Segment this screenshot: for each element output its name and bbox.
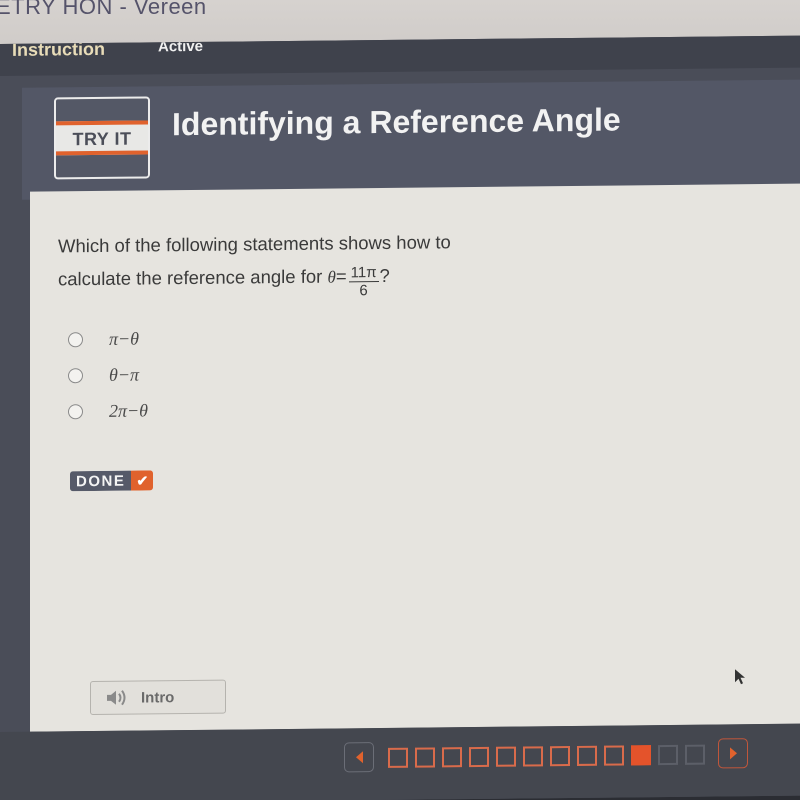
tab-active[interactable]: Active xyxy=(158,42,203,56)
done-label: DONE xyxy=(70,470,132,492)
navigation-bar xyxy=(0,723,800,800)
try-it-badge: TRY IT xyxy=(54,96,150,180)
radio-button[interactable] xyxy=(68,331,83,347)
arrow-right-icon xyxy=(729,747,737,760)
checkmark-icon: ✔ xyxy=(131,470,154,491)
app-frame: Instruction Active TRY IT Identifying a … xyxy=(0,35,800,800)
option-label: θ−π xyxy=(109,364,140,385)
progress-step-2[interactable] xyxy=(415,747,435,768)
angle-fraction: 11π 6 xyxy=(348,263,379,299)
tab-instruction[interactable]: Instruction xyxy=(12,43,105,62)
page-title: Identifying a Reference Angle xyxy=(172,101,621,143)
try-it-label: TRY IT xyxy=(72,128,132,150)
progress-step-7[interactable] xyxy=(550,746,570,767)
speaker-icon xyxy=(107,690,126,706)
option-label: π−θ xyxy=(109,328,140,349)
progress-step-8[interactable] xyxy=(577,745,597,766)
progress-step-1[interactable] xyxy=(388,747,408,768)
intro-label: Intro xyxy=(141,688,175,707)
radio-button[interactable] xyxy=(68,403,83,419)
progress-step-10[interactable] xyxy=(631,745,651,766)
browser-tab-title: ETRY HON - Vereen xyxy=(0,0,207,19)
question-line-2: calculate the reference angle for θ= 11π 6… xyxy=(58,257,538,299)
question-line-2-text: calculate the reference angle for xyxy=(58,265,323,290)
answer-option-3[interactable]: 2π−θ xyxy=(68,392,148,429)
theta-symbol: θ xyxy=(327,267,336,287)
progress-step-6[interactable] xyxy=(523,746,543,767)
question-mark: ? xyxy=(379,264,390,287)
progress-step-4[interactable] xyxy=(469,746,489,768)
question-text: Which of the following statements shows … xyxy=(58,224,538,299)
progress-step-9[interactable] xyxy=(604,745,624,766)
question-line-1: Which of the following statements shows … xyxy=(58,231,451,257)
fraction-denominator: 6 xyxy=(359,281,368,299)
answer-option-2[interactable]: θ−π xyxy=(68,356,148,393)
mouse-cursor-icon xyxy=(735,669,745,685)
progress-step-5[interactable] xyxy=(496,746,516,767)
option-label: 2π−θ xyxy=(109,399,149,421)
media-panel: Intro xyxy=(30,647,800,732)
progress-step-12[interactable] xyxy=(685,744,705,765)
lesson-header: TRY IT Identifying a Reference Angle xyxy=(22,79,800,200)
answer-option-1[interactable]: π−θ xyxy=(68,320,148,357)
answer-options: π−θ θ−π 2π−θ xyxy=(68,320,148,429)
progress-steps xyxy=(388,744,705,768)
intro-audio-button[interactable]: Intro xyxy=(90,679,226,716)
previous-button[interactable] xyxy=(344,742,374,773)
next-button[interactable] xyxy=(718,738,748,769)
fraction-numerator: 11π xyxy=(348,263,379,282)
radio-button[interactable] xyxy=(68,367,83,383)
try-it-stripe: TRY IT xyxy=(56,120,148,156)
progress-step-11[interactable] xyxy=(658,744,678,766)
done-button[interactable]: DONE ✔ xyxy=(70,470,154,492)
arrow-left-icon xyxy=(355,751,363,764)
equals-sign: = xyxy=(335,265,347,287)
progress-step-3[interactable] xyxy=(442,747,462,768)
